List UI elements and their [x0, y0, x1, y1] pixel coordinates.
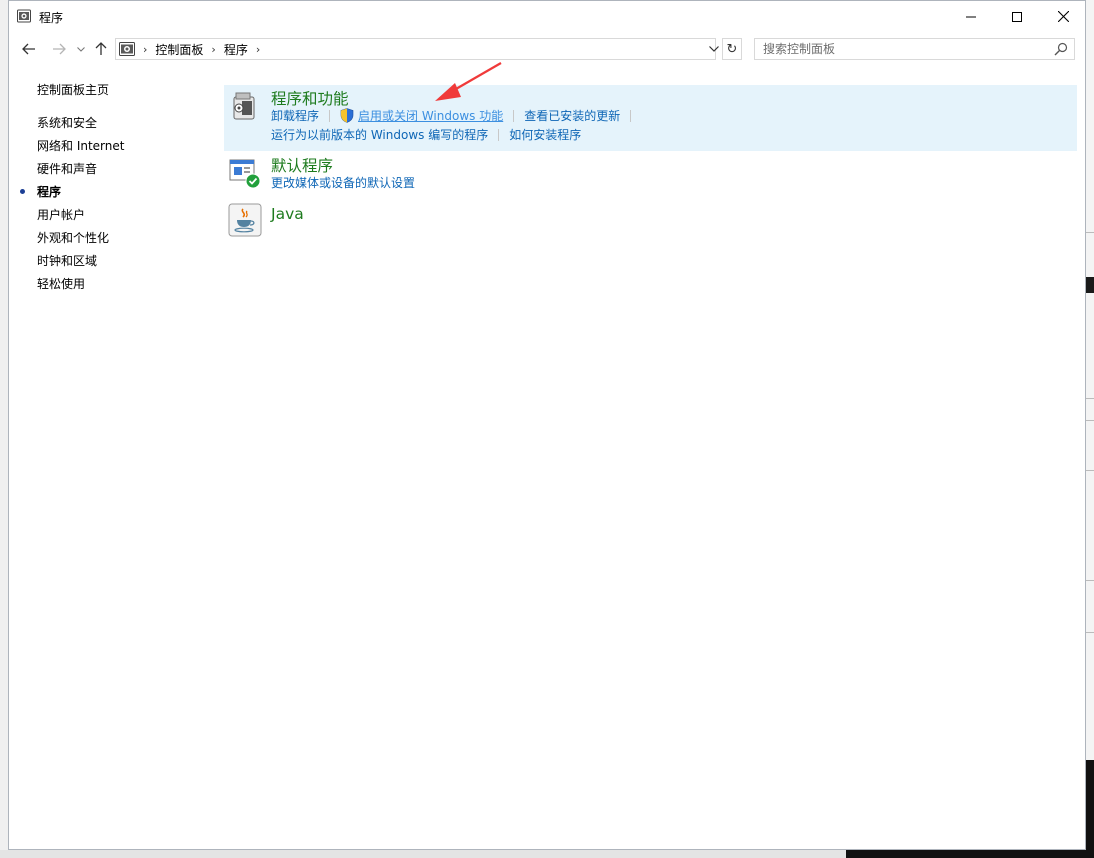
link-divider	[630, 109, 632, 122]
sidebar-item-ease-of-access[interactable]: 轻松使用	[37, 275, 85, 292]
control-panel-window: 程序 › 控制面板 › 程序 › ↻ 搜索控制面板 控制面板主页 系统和安全 网…	[8, 0, 1086, 850]
default-programs-links: 更改媒体或设备的默认设置	[271, 174, 415, 191]
navigation-bar: › 控制面板 › 程序 › ↻	[9, 37, 1085, 61]
close-icon	[1057, 11, 1069, 22]
java-icon	[228, 203, 262, 237]
minimize-icon	[966, 16, 976, 17]
up-arrow-icon	[95, 42, 107, 55]
default-programs-icon	[229, 159, 261, 189]
sidebar-item-network-internet[interactable]: 网络和 Internet	[37, 137, 124, 154]
category-programs-features[interactable]: 程序和功能 卸载程序 启用或关闭 Windows 功能 查看已安装的更新 运行为…	[224, 85, 1077, 151]
title-bar[interactable]: 程序	[9, 1, 1085, 33]
background-bottom-strip	[0, 850, 1094, 858]
forward-button[interactable]	[49, 39, 69, 59]
sidebar-item-user-accounts[interactable]: 用户帐户	[37, 206, 85, 223]
chevron-right-icon[interactable]: ›	[143, 43, 147, 56]
refresh-icon: ↻	[726, 41, 738, 57]
breadcrumb-programs[interactable]: 程序	[224, 41, 248, 58]
sidebar-item-appearance[interactable]: 外观和个性化	[37, 229, 109, 246]
address-bar[interactable]: › 控制面板 › 程序 ›	[115, 38, 716, 60]
window-title: 程序	[39, 11, 64, 25]
change-media-defaults-link[interactable]: 更改媒体或设备的默认设置	[271, 174, 415, 191]
how-to-install-link[interactable]: 如何安装程序	[509, 126, 581, 143]
recent-locations-button[interactable]	[71, 39, 91, 59]
chevron-right-icon[interactable]: ›	[256, 43, 260, 56]
category-java[interactable]: Java	[224, 199, 1077, 239]
up-button[interactable]	[91, 39, 111, 59]
programs-features-icon	[233, 92, 255, 120]
sidebar-item-label: 程序	[37, 185, 62, 199]
view-installed-updates-link[interactable]: 查看已安装的更新	[524, 107, 620, 124]
link-divider	[513, 109, 515, 122]
programs-features-title[interactable]: 程序和功能	[271, 87, 349, 109]
uninstall-program-link[interactable]: 卸载程序	[271, 107, 319, 124]
back-arrow-icon	[22, 43, 35, 55]
search-input[interactable]	[755, 39, 1053, 59]
chevron-down-icon	[709, 46, 719, 52]
programs-features-links-row1: 卸载程序 启用或关闭 Windows 功能 查看已安装的更新	[271, 107, 641, 124]
link-divider	[498, 128, 500, 141]
sidebar-item-programs[interactable]: 程序	[20, 183, 62, 200]
sidebar-item-clock-region[interactable]: 时钟和区域	[37, 252, 97, 269]
control-panel-home-link[interactable]: 控制面板主页	[37, 81, 109, 98]
programs-features-links-row2: 运行为以前版本的 Windows 编写的程序 如何安装程序	[271, 126, 581, 143]
compatibility-link[interactable]: 运行为以前版本的 Windows 编写的程序	[271, 126, 488, 143]
search-icon[interactable]	[1054, 42, 1068, 56]
refresh-button[interactable]: ↻	[722, 38, 742, 60]
minimize-button[interactable]	[948, 1, 994, 32]
java-title[interactable]: Java	[271, 205, 304, 223]
active-bullet-icon	[20, 189, 25, 194]
chevron-down-icon	[77, 46, 85, 52]
category-default-programs[interactable]: 默认程序 更改媒体或设备的默认设置	[224, 151, 1077, 197]
background-window-strip	[1086, 0, 1094, 858]
close-button[interactable]	[1040, 1, 1086, 32]
forward-arrow-icon	[53, 43, 66, 55]
sidebar-item-hardware-sound[interactable]: 硬件和声音	[37, 160, 97, 177]
search-box[interactable]	[754, 38, 1075, 60]
link-divider	[329, 109, 331, 122]
control-panel-icon	[119, 42, 135, 56]
breadcrumb-control-panel[interactable]: 控制面板	[155, 41, 203, 58]
address-dropdown-button[interactable]	[706, 38, 722, 60]
maximize-icon	[1012, 11, 1022, 22]
sidebar-item-system-security[interactable]: 系统和安全	[37, 114, 97, 131]
maximize-button[interactable]	[994, 1, 1040, 32]
uac-shield-icon	[340, 108, 354, 123]
back-button[interactable]	[19, 39, 39, 59]
control-panel-icon	[17, 9, 31, 23]
chevron-right-icon[interactable]: ›	[211, 43, 215, 56]
default-programs-title[interactable]: 默认程序	[271, 154, 333, 176]
windows-features-link[interactable]: 启用或关闭 Windows 功能	[358, 107, 503, 124]
